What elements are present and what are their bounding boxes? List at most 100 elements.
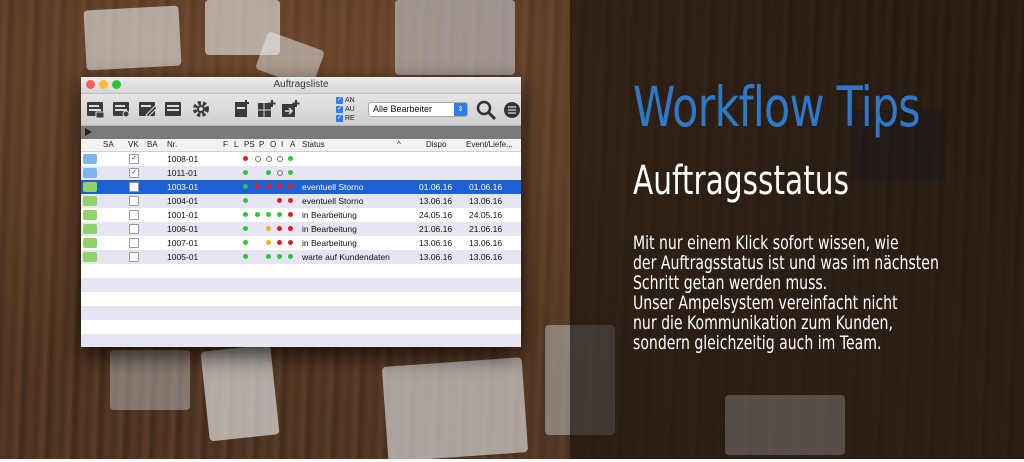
menu-icon xyxy=(504,102,520,118)
vk-checkbox[interactable] xyxy=(129,210,139,220)
status-dot xyxy=(288,198,293,203)
col-p[interactable]: P xyxy=(259,140,264,149)
status-dot xyxy=(288,226,293,231)
col-sa[interactable]: SA xyxy=(103,140,114,149)
col-i[interactable]: I xyxy=(281,140,283,149)
description-line: Schritt getan werden muss. xyxy=(633,272,828,294)
grid-add-icon xyxy=(258,100,276,117)
order-number: 1004-01 xyxy=(167,196,199,206)
status-dot xyxy=(243,212,248,217)
filter-an-label: AN xyxy=(345,97,355,104)
status-dot xyxy=(277,254,282,259)
filter-re[interactable]: ✓ RE xyxy=(336,114,355,123)
form-icon xyxy=(87,102,105,119)
chevron-updown-icon: ⇕ xyxy=(454,103,467,116)
order-dispo: 24.05.16 xyxy=(419,210,453,220)
status-dot xyxy=(255,156,261,162)
order-list-window: Auftragsliste ✓ AN ✓ AU ✓ RE Alle Bearbe… xyxy=(81,77,521,347)
table-row[interactable]: ✓ 1008-01 xyxy=(81,152,521,166)
description-line: Unser Ampelsystem vereinfacht nicht xyxy=(633,292,898,314)
table-row[interactable]: 1001-01 in Bearbeitung 24.05.16 24.05.16 xyxy=(81,208,521,222)
edit-order-button[interactable] xyxy=(136,98,158,120)
add-item-button[interactable] xyxy=(231,98,253,120)
table-row[interactable]: 1007-01 in Bearbeitung 13.06.16 13.06.16 xyxy=(81,236,521,250)
col-ps[interactable]: PS xyxy=(244,140,255,149)
list-menu-button[interactable] xyxy=(503,101,521,124)
status-dot xyxy=(243,240,248,245)
document-add-icon xyxy=(235,100,249,117)
col-vk[interactable]: VK xyxy=(128,140,139,149)
vk-checkbox[interactable] xyxy=(129,224,139,234)
row-color-tag xyxy=(83,154,97,164)
add-position-button[interactable] xyxy=(255,98,277,120)
empty-table-row xyxy=(81,320,521,334)
order-status: eventuell Storno xyxy=(302,196,364,206)
col-f[interactable]: F xyxy=(223,140,228,149)
order-event: 13.06.16 xyxy=(469,196,503,206)
col-event[interactable]: Event/Liefe... xyxy=(466,140,513,149)
col-l[interactable]: L xyxy=(234,140,238,149)
filter-au[interactable]: ✓ AU xyxy=(336,105,355,114)
forward-button[interactable] xyxy=(279,98,301,120)
background-tablet xyxy=(200,344,280,442)
table-row[interactable]: 1005-01 warte auf Kundendaten 13.06.16 13.0… xyxy=(81,250,521,264)
row-color-tag xyxy=(83,252,97,262)
order-event: 21.06.16 xyxy=(469,224,503,234)
play-icon[interactable] xyxy=(85,128,92,136)
settings-button[interactable] xyxy=(190,98,212,120)
status-dot xyxy=(277,226,282,231)
order-number: 1003-01 xyxy=(167,182,199,192)
order-dispo: 01.06.16 xyxy=(419,182,453,192)
order-table-body: ✓ 1008-01 ✓ 1011-01 1003-01 eventuell Storno 0… xyxy=(81,152,521,347)
table-header: SA VK BA Nr. F L PS P O I A Status ^ Dis… xyxy=(81,139,521,152)
order-dispo: 13.06.16 xyxy=(419,238,453,248)
table-row[interactable]: ✓ 1011-01 xyxy=(81,166,521,180)
vk-checkbox[interactable] xyxy=(129,252,139,262)
row-color-tag xyxy=(83,238,97,248)
search-button[interactable] xyxy=(475,99,497,126)
status-dot xyxy=(243,254,248,259)
gear-icon xyxy=(193,101,209,117)
vk-checkbox[interactable]: ✓ xyxy=(129,154,139,164)
headline: Workflow Tips xyxy=(633,75,921,139)
status-dot xyxy=(288,184,293,189)
background-document xyxy=(381,357,529,462)
background-laptop-right xyxy=(725,395,845,455)
table-row[interactable]: 1003-01 eventuell Storno 01.06.16 01.06.16 xyxy=(81,180,521,194)
order-number: 1001-01 xyxy=(167,210,199,220)
table-row[interactable]: 1004-01 eventuell Storno 13.06.16 13.06.16 xyxy=(81,194,521,208)
order-dispo: 21.06.16 xyxy=(419,224,453,234)
table-row[interactable]: 1006-01 in Bearbeitung 21.06.16 21.06.16 xyxy=(81,222,521,236)
filter-an[interactable]: ✓ AN xyxy=(336,96,355,105)
empty-table-row xyxy=(81,306,521,320)
description: Mit nur einem Klick sofort wissen, wie d… xyxy=(633,233,939,353)
col-ba[interactable]: BA xyxy=(147,140,158,149)
col-status[interactable]: Status xyxy=(302,140,325,149)
empty-table-row xyxy=(81,264,521,278)
title-bar: Auftragsliste xyxy=(81,77,521,94)
col-a[interactable]: A xyxy=(290,140,295,149)
col-nr[interactable]: Nr. xyxy=(167,140,177,149)
vk-checkbox[interactable] xyxy=(129,182,139,192)
editor-select[interactable]: Alle Bearbeiter ⇕ xyxy=(368,102,468,117)
list-view-button[interactable] xyxy=(162,98,184,120)
status-dot xyxy=(288,240,293,245)
vk-checkbox[interactable]: ✓ xyxy=(129,168,139,178)
print-order-button[interactable] xyxy=(110,98,132,120)
search-icon xyxy=(476,100,497,121)
order-number: 1005-01 xyxy=(167,252,199,262)
vk-checkbox[interactable] xyxy=(129,238,139,248)
new-order-button[interactable] xyxy=(84,98,106,120)
form-print-icon xyxy=(113,102,130,118)
form-list-icon xyxy=(165,102,181,116)
order-event: 01.06.16 xyxy=(469,182,503,192)
col-o[interactable]: O xyxy=(270,140,276,149)
filter-re-label: RE xyxy=(345,115,355,122)
vk-checkbox[interactable] xyxy=(129,196,139,206)
col-dispo[interactable]: Dispo xyxy=(426,140,446,149)
status-dot xyxy=(243,226,248,231)
order-status: in Bearbeitung xyxy=(302,238,357,248)
row-color-tag xyxy=(83,196,97,206)
status-dot xyxy=(277,184,282,189)
status-dot xyxy=(266,254,271,259)
